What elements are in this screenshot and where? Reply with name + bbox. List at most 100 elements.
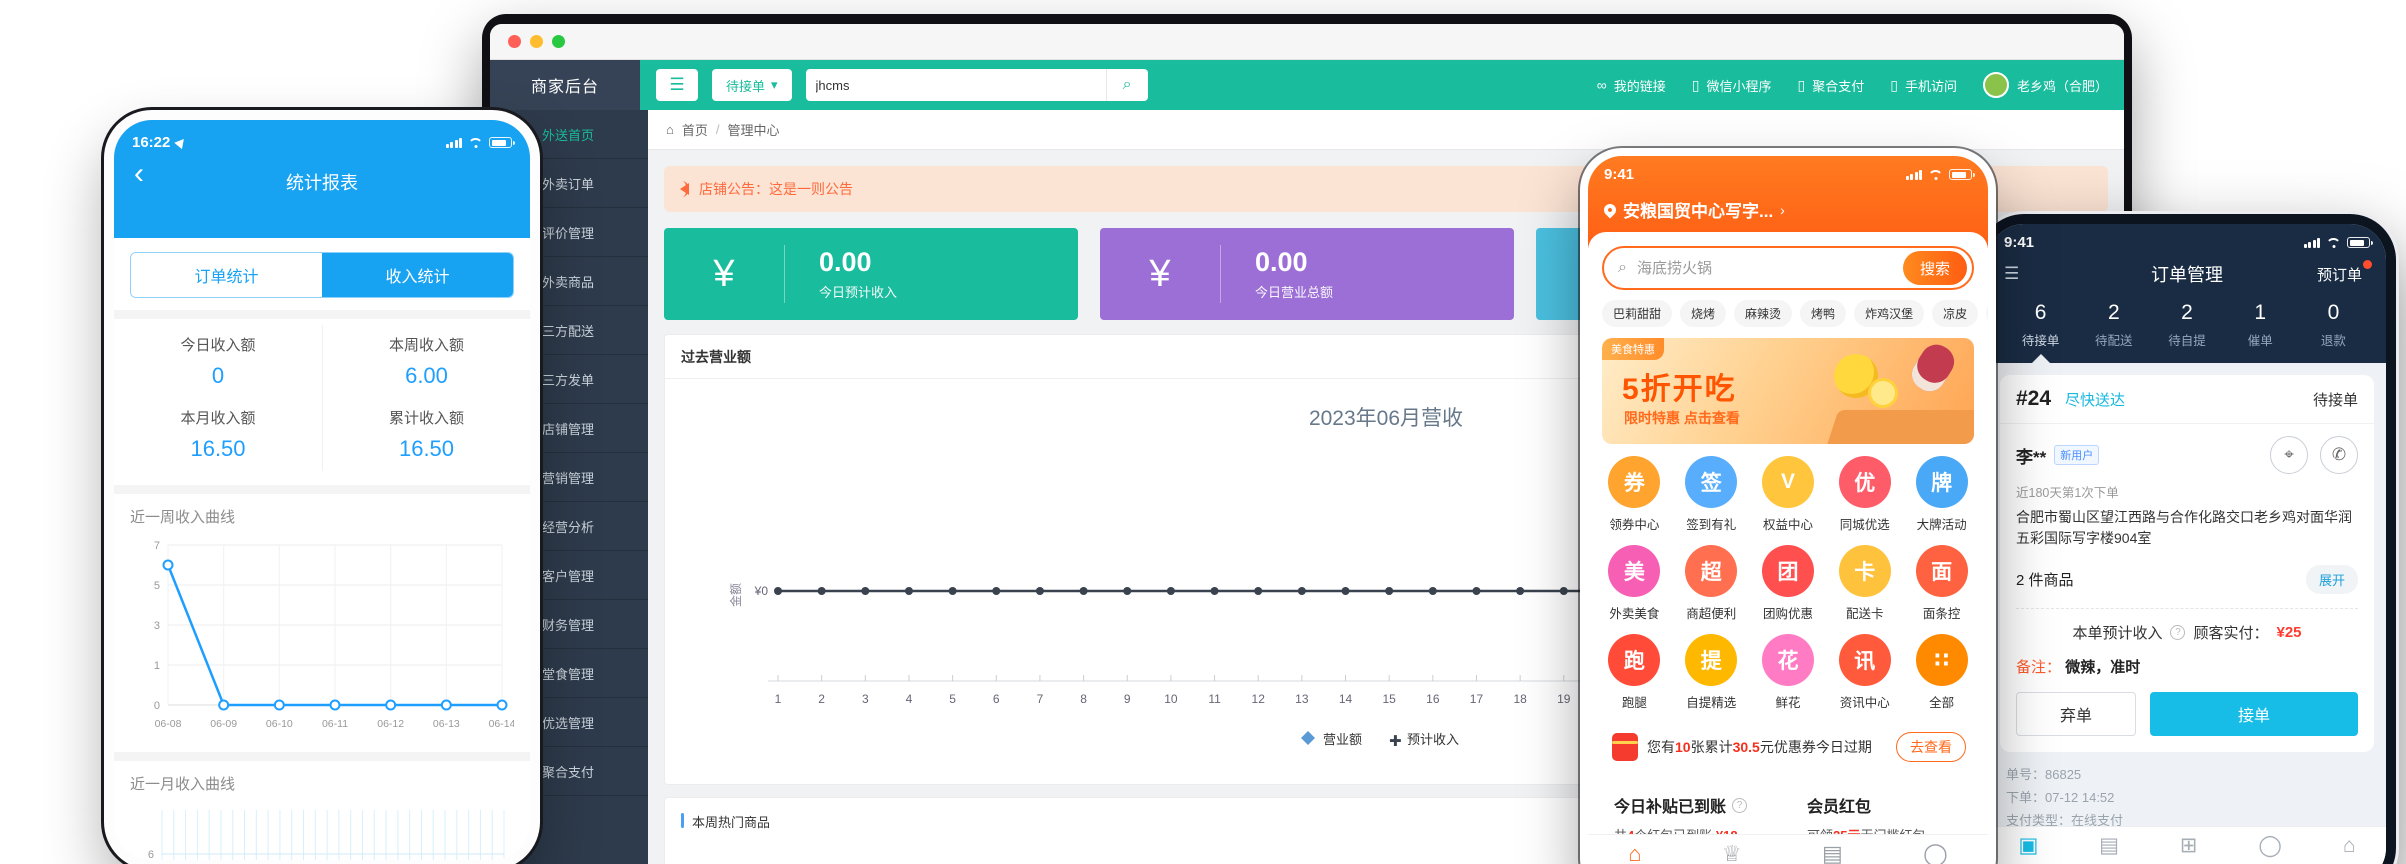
- grid-item-同城优选[interactable]: 优同城优选: [1826, 456, 1903, 533]
- orders-icon[interactable]: ▣: [2018, 835, 2038, 856]
- grid-item-资讯中心[interactable]: 讯资讯中心: [1826, 634, 1903, 711]
- grid-item-大牌活动[interactable]: 牌大牌活动: [1903, 456, 1980, 533]
- grid-item-权益中心[interactable]: V 权益中心: [1750, 456, 1827, 533]
- grid-item-自提精选[interactable]: 提自提精选: [1673, 634, 1750, 711]
- topbar-link-label: 手机访问: [1904, 78, 1957, 94]
- status-tab-催单[interactable]: 1 催单: [2224, 301, 2297, 363]
- screenshot-canvas: 商家后台 ☰ 待接单 ▾ ⌕ ∞ 我的链接 ▯ 微信小程序 ▯ 聚合支付 ▯ 手机访问 老乡鸡（…: [0, 0, 2406, 864]
- phone-icon: ▯: [1890, 76, 1898, 93]
- coupon-segment: 您有: [1647, 739, 1675, 755]
- location-selector[interactable]: 安粮国贸中心写字... ›: [1601, 197, 1972, 222]
- expand-button[interactable]: 展开: [2305, 565, 2358, 594]
- preorder-button[interactable]: 预订单: [2317, 259, 2372, 285]
- info-icon[interactable]: ?: [2170, 625, 2186, 640]
- sidebar-item-label: 经营分析: [542, 519, 595, 535]
- crown-icon[interactable]: ♕: [1722, 843, 1742, 864]
- topbar-link[interactable]: ∞ 我的链接: [1597, 76, 1666, 95]
- order-card: #24 尽快送达 待接单 李** 新用户 ⌖ ✆ 近180天第1次下单 合肥市蜀…: [2000, 375, 2374, 752]
- status-tab-待配送[interactable]: 2 待配送: [2077, 301, 2150, 363]
- svg-text:12: 12: [1252, 692, 1266, 706]
- month-chart-section: 近一月收入曲线 6: [114, 761, 530, 860]
- svg-text:5: 5: [949, 692, 956, 706]
- category-icon: 美: [1608, 545, 1661, 597]
- minimize-window-button[interactable]: [530, 35, 543, 48]
- grid-item-面条控[interactable]: 面面条控: [1903, 545, 1980, 622]
- breadcrumb-home[interactable]: 首页: [682, 120, 708, 139]
- wifi-icon: [2326, 238, 2341, 247]
- topbar-link[interactable]: ▯ 微信小程序: [1692, 76, 1772, 95]
- week-income-chart: 7 5 3 1 0 06-08 06-09 06-10 06-11 06-12 06-13 06-14: [130, 533, 516, 748]
- order-status-tabs: 6 待接单 2 待配送 2 待自提 1 催单 0 退款: [2004, 297, 2370, 363]
- grid-item-跑腿[interactable]: 跑跑腿: [1596, 634, 1673, 711]
- topbar-link[interactable]: ▯ 聚合支付: [1798, 76, 1865, 95]
- tab-收入统计[interactable]: 收入统计: [322, 253, 513, 297]
- status-tab-待接单[interactable]: 6 待接单: [2004, 301, 2077, 363]
- grid-item-签到有礼[interactable]: 签签到有礼: [1673, 456, 1750, 533]
- grid-item-鲜花[interactable]: 花鲜花: [1750, 634, 1827, 711]
- grid-item-全部[interactable]: ∷ 全部: [1903, 634, 1980, 711]
- stats-navbar: ‹ 统计报表: [132, 151, 512, 213]
- search-input[interactable]: [1634, 258, 1895, 278]
- promo-banner[interactable]: 美食特惠 5折开吃 限时特惠 点击查看: [1602, 338, 1974, 444]
- sidebar-item-label: 评价管理: [542, 225, 595, 241]
- category-icon: 团: [1761, 545, 1814, 597]
- list-icon[interactable]: ▤: [2099, 835, 2119, 856]
- search-button[interactable]: 搜索: [1902, 251, 1967, 285]
- chip-炸鸡汉堡[interactable]: 炸鸡汉堡: [1854, 300, 1925, 327]
- coupon-segment: 元优惠券今日过期: [1759, 739, 1872, 755]
- status-label: 待配送: [2095, 334, 2133, 348]
- phone-icon: ✆: [2331, 445, 2347, 464]
- profile-icon[interactable]: ⌂: [2343, 835, 2356, 856]
- view-coupons-button[interactable]: 去查看: [1896, 732, 1966, 762]
- admin-search-button[interactable]: ⌕: [1105, 69, 1148, 101]
- hamburger-icon: ☰: [669, 75, 685, 94]
- chip-凉皮[interactable]: 凉皮: [1932, 300, 1979, 327]
- chip-烧烤[interactable]: 烧烤: [1680, 300, 1727, 327]
- grid-item-label: 权益中心: [1762, 518, 1813, 532]
- accept-order-button[interactable]: 接单: [2150, 692, 2358, 736]
- home-icon[interactable]: ⌂: [1628, 843, 1641, 864]
- grid-item-团购优惠[interactable]: 团团购优惠: [1750, 545, 1827, 622]
- tab-订单统计[interactable]: 订单统计: [131, 253, 322, 297]
- zoom-window-button[interactable]: [552, 35, 565, 48]
- pending-orders-dropdown[interactable]: 待接单 ▾: [712, 69, 792, 101]
- grid-item-商超便利[interactable]: 超商超便利: [1673, 545, 1750, 622]
- chip-烤鸭[interactable]: 烤鸭: [1800, 300, 1847, 327]
- status-tab-待自提[interactable]: 2 待自提: [2150, 301, 2223, 363]
- topbar-link-label: 我的链接: [1613, 78, 1666, 94]
- map-button[interactable]: ⌖: [2270, 436, 2308, 474]
- receipt-icon[interactable]: ⊞: [2180, 835, 2198, 856]
- panel-accent-bar: [681, 813, 684, 828]
- metric-value: 16.50: [190, 436, 246, 461]
- back-button[interactable]: ‹: [134, 159, 144, 189]
- chip-麻辣烫[interactable]: 麻辣烫: [1734, 300, 1793, 327]
- admin-search-input[interactable]: [805, 69, 1106, 101]
- grid-item-外卖美食[interactable]: 美外卖美食: [1596, 545, 1673, 622]
- card-value: 0.00: [819, 247, 872, 277]
- orders-icon[interactable]: ▤: [1822, 843, 1843, 864]
- call-button[interactable]: ✆: [2320, 436, 2358, 474]
- hamburger-menu-button[interactable]: ☰: [656, 69, 698, 101]
- profile-icon[interactable]: ◯: [1923, 843, 1948, 864]
- sidebar-item-label: 营销管理: [542, 470, 595, 486]
- grid-item-领券中心[interactable]: 券领券中心: [1596, 456, 1673, 533]
- signal-icon: [2303, 237, 2320, 248]
- location-text: 安粮国贸中心写字...: [1623, 202, 1774, 221]
- account-menu[interactable]: 老乡鸡（合肥）: [1982, 72, 2108, 98]
- consumer-sheet: ⌕ 搜索 巴莉甜甜烧烤麻辣烫烤鸭炸鸡汉堡凉皮奶茶 美食特惠 5折开吃 限时特惠 …: [1588, 232, 1988, 856]
- topbar-links: ∞ 我的链接 ▯ 微信小程序 ▯ 聚合支付 ▯ 手机访问 老乡鸡（合肥）: [1597, 72, 2108, 98]
- coupon-expiry-bar: 您有10张累计30.5元优惠券今日过期 去查看: [1600, 723, 1976, 771]
- category-icon: 超: [1685, 545, 1738, 597]
- status-tab-退款[interactable]: 0 退款: [2297, 301, 2370, 363]
- status-count: 2: [2181, 301, 2193, 324]
- income-label: 本单预计收入: [2072, 625, 2163, 642]
- chip-奶茶[interactable]: 奶茶: [1986, 300, 1988, 327]
- grid-item-配送卡[interactable]: 卡配送卡: [1826, 545, 1903, 622]
- stats-icon[interactable]: ◯: [2258, 835, 2282, 856]
- topbar-link[interactable]: ▯ 手机访问: [1890, 76, 1957, 95]
- search-bar: ⌕ 搜索: [1602, 246, 1974, 290]
- abandon-order-button[interactable]: 弃单: [2016, 692, 2136, 736]
- metric-value: 16.50: [398, 436, 455, 461]
- chip-巴莉甜甜[interactable]: 巴莉甜甜: [1602, 300, 1673, 327]
- close-window-button[interactable]: [508, 35, 521, 48]
